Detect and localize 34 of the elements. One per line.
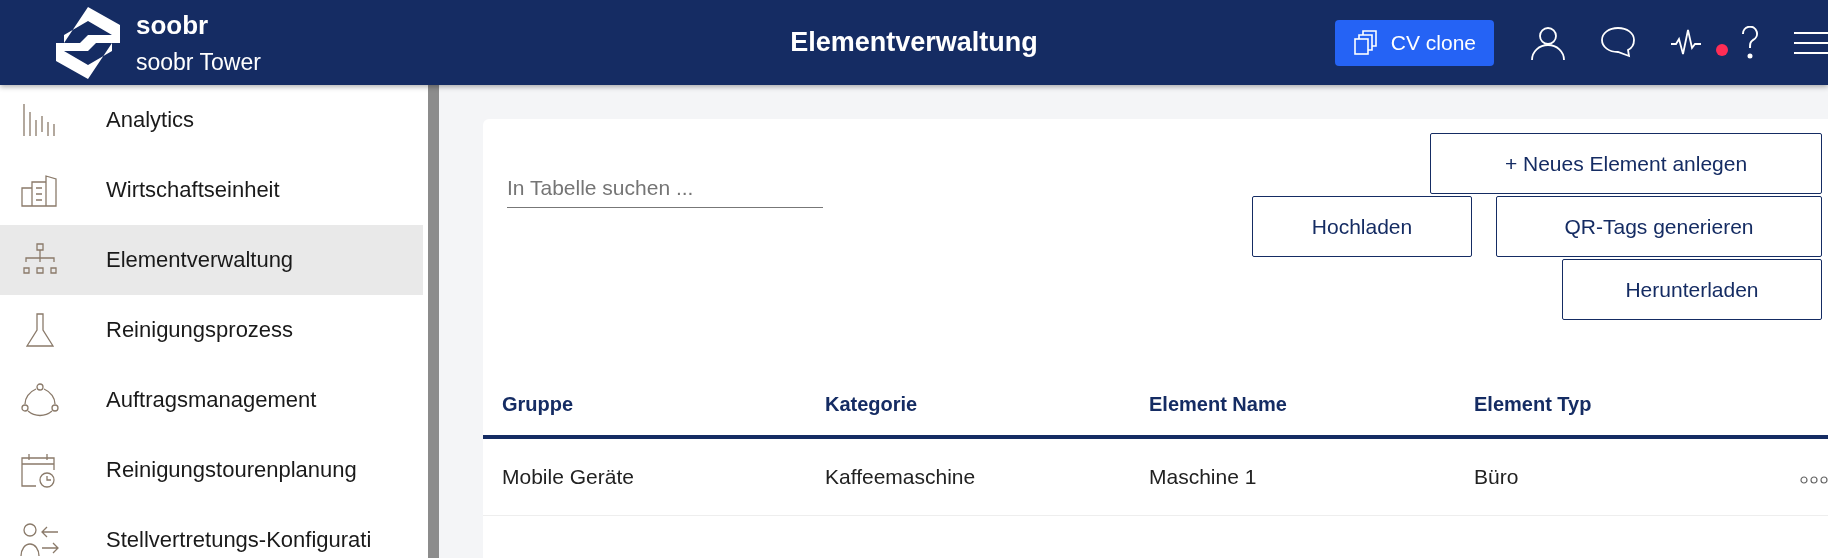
download-button[interactable]: Herunterladen: [1562, 259, 1822, 320]
sidebar-item[interactable]: Wirtschaftseinheit: [0, 155, 423, 225]
page-title: Elementverwaltung: [790, 27, 1038, 58]
person-swap-icon: [20, 522, 60, 558]
column-header[interactable]: Element Name: [1149, 392, 1474, 416]
column-header[interactable]: Gruppe: [502, 392, 825, 416]
table-cell-text: Mobile Geräte: [502, 465, 635, 489]
menu-icon[interactable]: [1794, 29, 1828, 56]
table-cell-text: Maschine 1: [1149, 465, 1258, 489]
column-header[interactable]: Kategorie: [825, 392, 1149, 416]
qr-tags-button[interactable]: QR-Tags generieren: [1496, 196, 1822, 257]
scrollbar[interactable]: [428, 85, 439, 558]
sidebar-item[interactable]: Stellvertretungs-Konfigurati: [0, 505, 423, 558]
sidebar-item[interactable]: Reinigungsprozess: [0, 295, 423, 365]
more-icon[interactable]: [1800, 476, 1828, 484]
help-icon[interactable]: [1740, 25, 1760, 60]
chat-icon[interactable]: [1600, 25, 1636, 60]
user-icon[interactable]: [1530, 24, 1566, 61]
workspace-name: soobr Tower: [136, 48, 261, 75]
sidebar-item[interactable]: Elementverwaltung: [0, 225, 423, 295]
new-element-button[interactable]: + Neues Element anlegen: [1430, 133, 1822, 194]
cycle-icon: [20, 382, 60, 418]
sidebar-item[interactable]: Auftragsmanagement: [0, 365, 423, 435]
logo-icon: [56, 6, 120, 79]
table-cell-text: Kaffeemaschine: [825, 465, 977, 489]
sidebar-item[interactable]: Analytics: [0, 85, 423, 155]
brand-name: soobr: [136, 10, 210, 39]
clone-button[interactable]: CV clone: [1334, 19, 1494, 66]
sidebar-item[interactable]: Reinigungstourenplanung: [0, 435, 423, 505]
upload-button[interactable]: Hochladen: [1252, 196, 1472, 257]
copy-icon: [1352, 29, 1379, 56]
building-icon: [20, 172, 60, 208]
column-header[interactable]: Element Typ: [1474, 392, 1794, 416]
table-cell-text: Büro: [1474, 465, 1520, 489]
